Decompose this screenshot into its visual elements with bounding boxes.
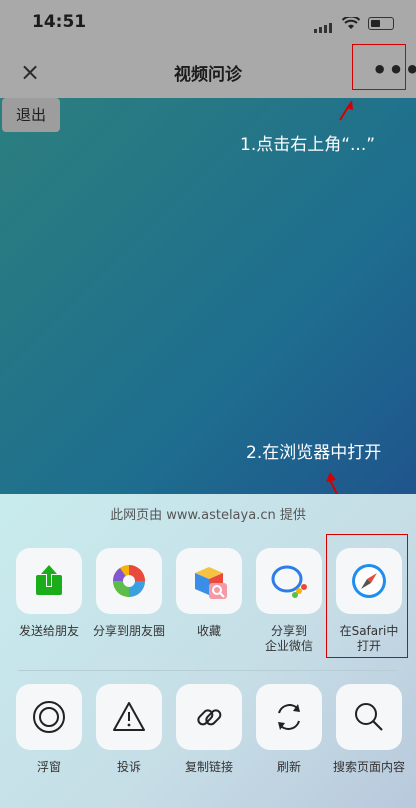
provider-text: 此网页由 www.astelaya.cn 提供 [110, 508, 306, 523]
status-icons [314, 14, 394, 33]
more-highlight-box [352, 44, 406, 90]
refresh-label: 刷新 [276, 760, 301, 774]
annotation-step1: 1.点击右上角“...” [240, 135, 376, 155]
send-to-friend-label: 发送给朋友 [18, 624, 79, 638]
floating-window-button[interactable] [16, 684, 82, 750]
share-wecom-label: 分享到 企业微信 [264, 624, 313, 653]
moments-icon [113, 565, 145, 597]
signal-icon [314, 14, 334, 33]
floating-window-icon [33, 701, 65, 733]
search-icon [355, 703, 383, 731]
search-page-label: 搜索页面内容 [332, 760, 405, 774]
status-time: 14:51 [32, 12, 87, 32]
wecom-icon [271, 565, 307, 598]
send-to-friend-icon [36, 565, 62, 595]
report-button[interactable] [96, 684, 162, 750]
refresh-icon [278, 704, 300, 730]
link-icon [197, 709, 222, 726]
warning-icon [113, 702, 145, 731]
battery-icon [368, 17, 394, 30]
share-moments-button[interactable] [96, 548, 162, 614]
search-page-button[interactable] [336, 684, 402, 750]
copy-link-label: 复制链接 [184, 760, 233, 774]
exit-button[interactable]: 退出 [2, 98, 60, 132]
report-label: 投诉 [116, 760, 141, 774]
refresh-button[interactable] [256, 684, 322, 750]
share-moments-label: 分享到朋友圈 [92, 624, 165, 638]
copy-link-button[interactable] [176, 684, 242, 750]
wifi-icon [342, 17, 360, 29]
favorites-button[interactable] [176, 548, 242, 614]
send-to-friend-button[interactable] [16, 548, 82, 614]
safari-highlight-box [326, 534, 408, 658]
favorites-label: 收藏 [196, 624, 221, 638]
favorites-icon [195, 567, 227, 599]
floating-window-label: 浮窗 [36, 760, 61, 774]
share-wecom-button[interactable] [256, 548, 322, 614]
row-divider [18, 670, 398, 671]
annotation-step2: 2.在浏览器中打开 [246, 443, 382, 463]
status-bar: 14:51 [0, 0, 416, 46]
